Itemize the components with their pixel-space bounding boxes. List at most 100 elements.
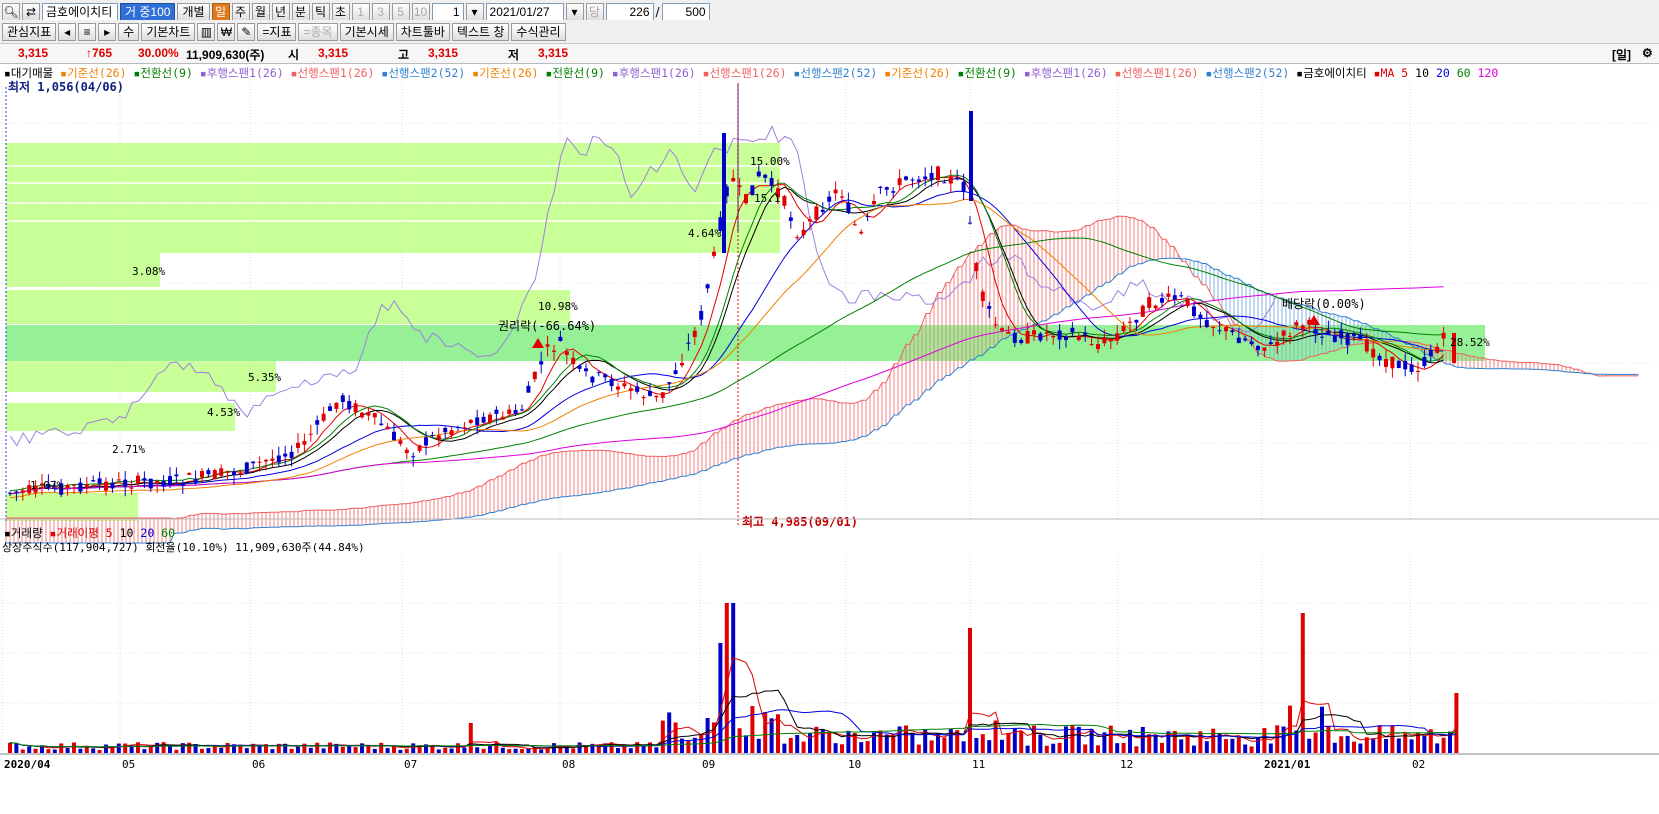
- basic-quote-button[interactable]: 기본시세: [339, 22, 394, 41]
- arrow-left-icon[interactable]: ◂: [58, 22, 77, 41]
- volume-bar: [411, 743, 416, 753]
- text-window-button[interactable]: 텍스트 창: [451, 22, 510, 41]
- candle-body: [1057, 330, 1062, 340]
- candle-body: [616, 386, 620, 390]
- legend-entry: ▪MA: [1367, 66, 1395, 80]
- volume-bar: [1192, 745, 1196, 753]
- legend-entry: ▪선행스팬2(52): [1199, 66, 1290, 80]
- volume-bar: [1236, 737, 1241, 753]
- candle-body: [840, 196, 844, 198]
- chart-toolbar-button[interactable]: 차트툴바: [395, 22, 450, 41]
- candle-body: [500, 416, 505, 420]
- candle-body: [1224, 327, 1228, 332]
- candle-body: [1000, 328, 1004, 331]
- legend-entry: ▪후행스팬1(26): [193, 66, 284, 80]
- period-year-button[interactable]: 년: [271, 2, 290, 21]
- candle-body: [84, 484, 89, 488]
- volume-bar: [782, 743, 787, 753]
- volume-bar: [686, 740, 691, 753]
- legend-entry: ▪후행스팬1(26): [1017, 66, 1108, 80]
- volume-bar: [1025, 745, 1030, 753]
- candle-body: [270, 458, 275, 461]
- indicator-button[interactable]: =지표: [257, 22, 297, 41]
- num-interval-field[interactable]: 1: [431, 2, 464, 21]
- candle-body: [372, 413, 377, 418]
- period-day-button[interactable]: 일: [211, 2, 230, 21]
- price-chart[interactable]: 1.07% 2.71% 4.53% 5.35% 3.08% 10.98% 15.00% 15.…: [0, 63, 1659, 811]
- num-3-button[interactable]: 3: [371, 2, 390, 21]
- date-dropdown-icon[interactable]: ▾: [565, 2, 584, 21]
- candle-body: [1403, 360, 1408, 370]
- indicator-legend: ▪대기매물 ▪기준선(26) ▪전환선(9) ▪후행스팬1(26) ▪선행스팬1…: [4, 66, 1498, 80]
- candle-body: [443, 427, 448, 433]
- candle-body: [1428, 350, 1433, 357]
- candle-body: [449, 430, 454, 436]
- volume-bar: [1057, 742, 1062, 753]
- chevron-down-icon[interactable]: ▾: [465, 2, 484, 21]
- period-minute-button[interactable]: 분: [291, 2, 310, 21]
- zone-label: 28.52%: [1450, 336, 1490, 349]
- candle-body: [539, 361, 544, 365]
- num-10-button[interactable]: 10: [411, 2, 430, 21]
- candle-body: [1384, 359, 1388, 367]
- candle-body: [526, 385, 531, 393]
- candle-body: [1051, 335, 1056, 338]
- formula-manager-button[interactable]: 수식관리: [511, 22, 566, 41]
- candle-body: [1332, 335, 1337, 342]
- volume-bar: [916, 744, 921, 753]
- stock-button[interactable]: =종목: [298, 22, 338, 41]
- candle-body: [1121, 325, 1126, 332]
- date-field[interactable]: 2021/01/27: [485, 2, 564, 21]
- candle-body: [1192, 306, 1196, 317]
- tool-icon[interactable]: ✎: [237, 22, 256, 41]
- volume-legend: ▪거래량 ▪거래이평 5 10 20 60: [4, 526, 175, 540]
- candle-body: [353, 403, 358, 413]
- manual-button[interactable]: 수: [118, 22, 140, 41]
- volume-bar: [65, 748, 70, 753]
- volume-bar: [648, 742, 652, 753]
- arrow-right-icon[interactable]: ▸: [98, 22, 117, 41]
- basic-chart-button[interactable]: 기본차트: [141, 22, 196, 41]
- candle-body: [974, 263, 979, 272]
- volume-bar: [507, 749, 512, 753]
- candle-body: [1441, 332, 1446, 339]
- num-1-button[interactable]: 1: [351, 2, 370, 21]
- volume-bar: [174, 749, 179, 753]
- indicator-menu-button[interactable]: 관심지표: [2, 22, 57, 41]
- volume-bar: [1313, 732, 1318, 753]
- chart-type-icon[interactable]: ▥: [197, 22, 216, 41]
- total-count-field[interactable]: 500: [661, 2, 710, 21]
- period-week-button[interactable]: 주: [231, 2, 250, 21]
- candle-body: [1102, 337, 1107, 344]
- period-month-button[interactable]: 월: [251, 2, 270, 21]
- zone-label: 3.08%: [132, 265, 165, 278]
- candle-body: [852, 224, 857, 226]
- x-tick-label: 08: [562, 758, 575, 771]
- num-5-button[interactable]: 5: [391, 2, 410, 21]
- legend-entry: ▪선행스팬1(26): [1108, 66, 1199, 80]
- period-second-button[interactable]: 초: [331, 2, 350, 21]
- candle-body: [340, 395, 345, 402]
- volume-grid: [0, 555, 1659, 753]
- period-tick-button[interactable]: 틱: [311, 2, 330, 21]
- volume-toggle-button[interactable]: 거 중100: [120, 2, 176, 21]
- individual-button[interactable]: 개별: [177, 2, 210, 21]
- stock-name-field[interactable]: 금호에이치티: [42, 2, 118, 21]
- candle-body: [801, 229, 806, 236]
- search-icon[interactable]: 🔍︎: [2, 2, 20, 21]
- won-icon[interactable]: ₩: [217, 22, 236, 41]
- refresh-icon[interactable]: ⇄: [22, 2, 40, 21]
- candle-body: [571, 357, 576, 365]
- settings-gear-icon[interactable]: ⚙: [1642, 46, 1653, 60]
- menu-icon[interactable]: ≡: [78, 22, 97, 41]
- dang-button[interactable]: 당: [585, 2, 604, 21]
- volume-bar: [155, 742, 160, 753]
- x-axis-ticks: 2020/04 05 06 07 08 09 10 11 12 2021/01 02: [4, 758, 1425, 771]
- candle-body: [436, 435, 441, 440]
- volume-bar: [974, 737, 979, 753]
- count-field[interactable]: 226: [605, 2, 654, 21]
- candle-body: [200, 471, 204, 478]
- price-change: ↑765: [86, 46, 113, 60]
- candle-body: [1377, 355, 1382, 361]
- x-tick-label: 11: [972, 758, 985, 771]
